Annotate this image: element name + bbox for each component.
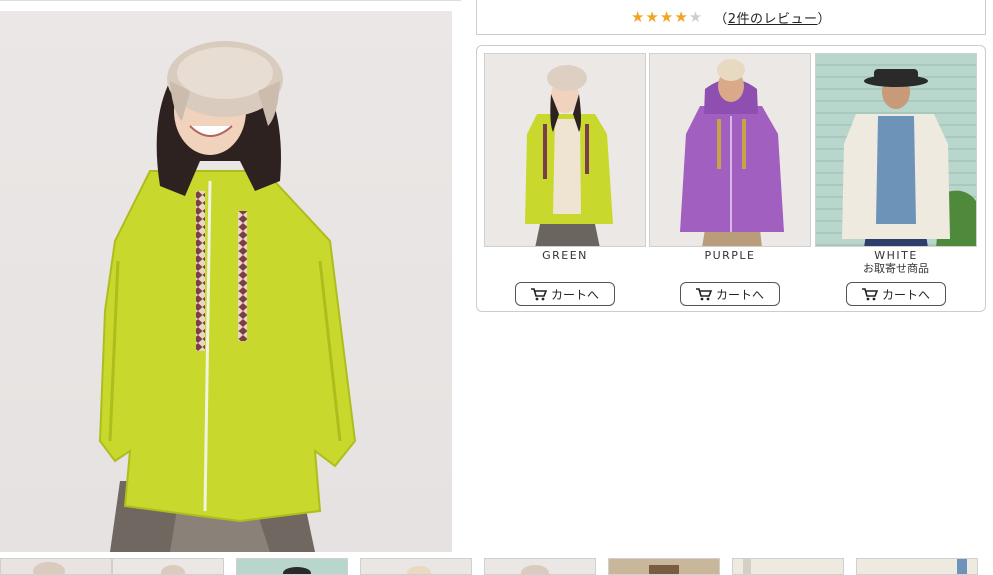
thumbnail-2-art [161, 565, 185, 574]
variant-color-label: PURPLE [704, 249, 756, 262]
variant-note [649, 262, 811, 275]
variant-note: お取寄せ商品 [863, 262, 929, 275]
thumbnail-8[interactable] [856, 558, 978, 575]
thumbnail-8-art [957, 559, 967, 574]
variant-purple: PURPLE カートへ [649, 53, 811, 306]
variant-image-green[interactable] [484, 53, 646, 247]
variant-color-label: WHITE [874, 249, 918, 262]
main-product-illustration [98, 41, 357, 552]
top-divider [0, 0, 461, 1]
cart-button-label: カートへ [881, 287, 930, 302]
star-icon: ★ [659, 7, 674, 26]
star-icon: ★ [645, 7, 659, 26]
review-link-text: 2件のレビュー [727, 11, 818, 27]
add-to-cart-button-green[interactable]: カートへ [515, 282, 615, 306]
shopping-cart-icon [695, 287, 712, 300]
cart-button-label: カートへ [550, 287, 599, 302]
thumbnail-7-art [743, 559, 751, 574]
star-icon: ★ [630, 7, 645, 26]
variant-green: GREEN カートへ [484, 53, 646, 306]
thumbnail-2[interactable] [112, 558, 224, 575]
review-link-close: ） [817, 11, 832, 27]
review-count-link[interactable]: （2件のレビュー） [714, 8, 831, 27]
thumbnail-6[interactable] [608, 558, 720, 575]
main-product-image [0, 11, 452, 552]
thumbnail-4-art [407, 566, 431, 574]
shopping-cart-icon [861, 287, 878, 300]
thumbnail-1-art [33, 562, 65, 574]
thumbnail-5[interactable] [484, 558, 596, 575]
review-summary: ★ ★ ★ ★ ★ （2件のレビュー） [476, 0, 986, 35]
thumbnail-3-art [283, 567, 311, 574]
star-icon: ★ [688, 7, 703, 26]
add-to-cart-button-purple[interactable]: カートへ [680, 282, 780, 306]
thumbnail-6-art [649, 565, 679, 574]
variant-color-label: GREEN [542, 249, 588, 262]
star-rating: ★ ★ ★ ★ ★ [630, 7, 703, 26]
thumbnail-3[interactable] [236, 558, 348, 575]
variant-note [484, 262, 646, 275]
star-icon: ★ [674, 7, 688, 26]
thumbnail-4[interactable] [360, 558, 472, 575]
variant-white-illustration [842, 69, 976, 246]
thumbnail-7[interactable] [732, 558, 844, 575]
cart-button-label: カートへ [715, 287, 764, 302]
thumbnail-5-art [521, 565, 549, 574]
review-link-open: （ [714, 11, 728, 27]
shopping-cart-icon [530, 287, 547, 300]
color-variant-panel: GREEN カートへ PURPLE カートへ WHITE お取寄せ商品 カートへ [476, 45, 986, 312]
add-to-cart-button-white[interactable]: カートへ [846, 282, 946, 306]
variant-image-purple[interactable] [649, 53, 811, 247]
thumbnail-strip [0, 558, 993, 575]
variant-white: WHITE お取寄せ商品 カートへ [815, 53, 977, 306]
variant-green-illustration [525, 65, 613, 246]
variant-purple-illustration [680, 59, 784, 246]
variant-image-white[interactable] [815, 53, 977, 247]
thumbnail-1[interactable] [0, 558, 112, 575]
